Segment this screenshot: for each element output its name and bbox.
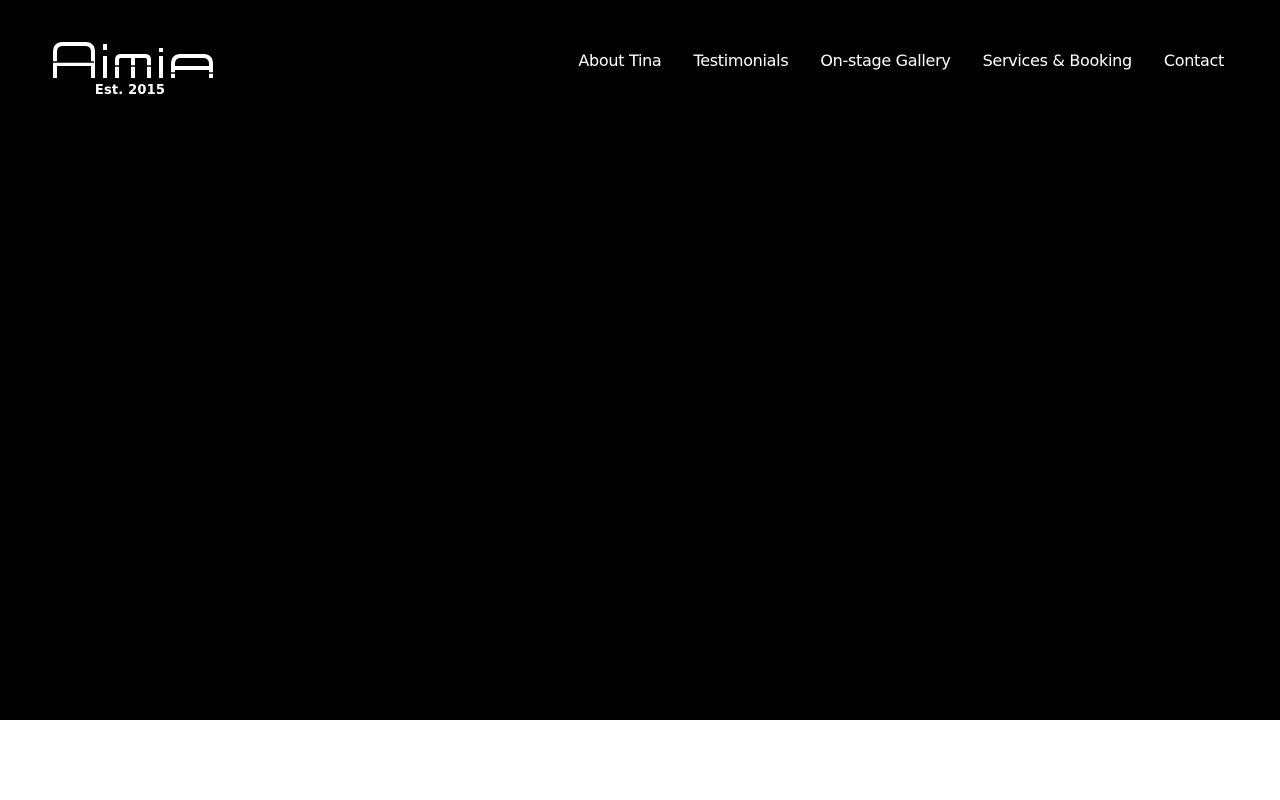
logo-tagline: Est. 2015 — [94, 83, 166, 98]
nav-item-contact[interactable]: Contact — [1148, 48, 1240, 74]
main-nav: About Tina Testimonials On-stage Gallery… — [562, 48, 1240, 74]
logo-wordmark-icon — [52, 42, 214, 78]
nav-item-testimonials[interactable]: Testimonials — [677, 48, 804, 74]
page-content-area — [0, 720, 1280, 800]
site-logo[interactable]: Est. 2015 — [52, 40, 214, 102]
hero-section: Est. 2015 About Tina Testimonials On-sta… — [0, 0, 1280, 720]
nav-item-services-booking[interactable]: Services & Booking — [967, 48, 1148, 74]
nav-item-on-stage-gallery[interactable]: On-stage Gallery — [804, 48, 966, 74]
nav-item-about-tina[interactable]: About Tina — [562, 48, 677, 74]
